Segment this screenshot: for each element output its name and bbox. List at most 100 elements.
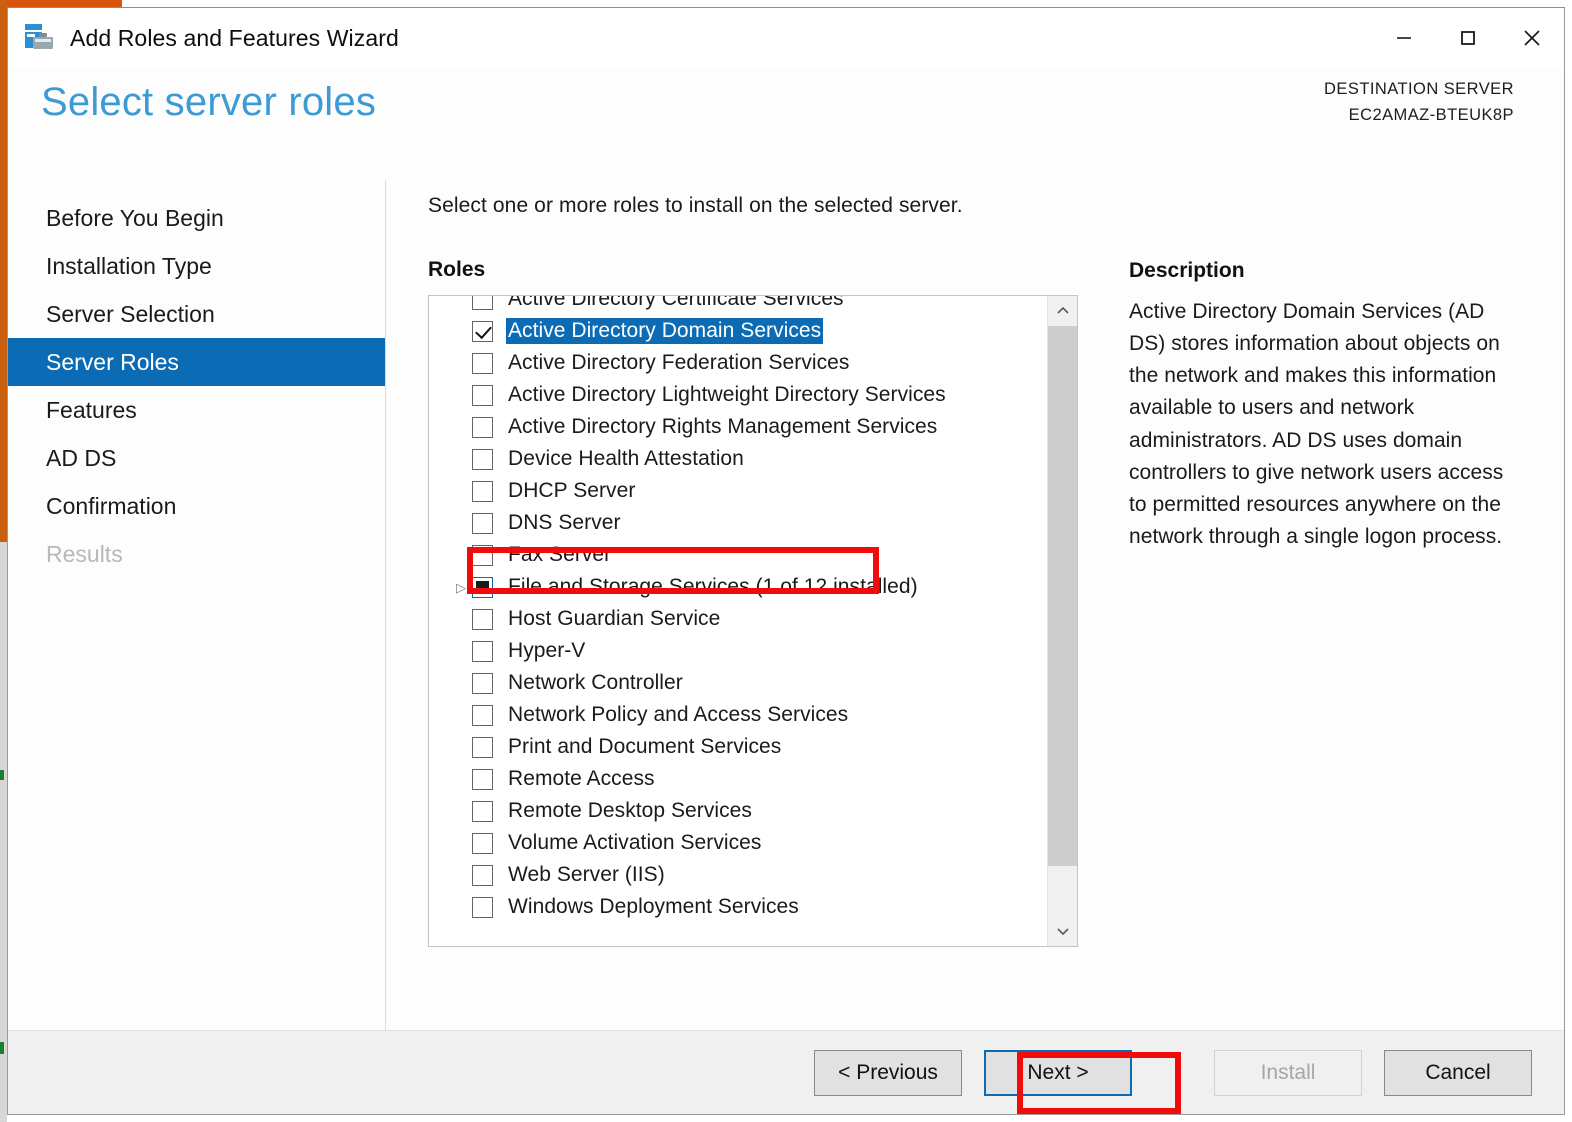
- close-icon[interactable]: [1500, 8, 1564, 68]
- expand-triangle-icon[interactable]: ▷: [450, 581, 472, 594]
- page-header: Select server roles DESTINATION SERVER E…: [8, 68, 1564, 180]
- description-body: Active Directory Domain Services (AD DS)…: [1129, 300, 1504, 548]
- role-label: DNS Server: [508, 511, 621, 534]
- role-label: Network Policy and Access Services: [508, 703, 849, 726]
- previous-button[interactable]: < Previous: [814, 1049, 962, 1096]
- role-list-item[interactable]: Windows Deployment Services: [429, 891, 1047, 923]
- role-checkbox[interactable]: [472, 320, 493, 342]
- role-list-item[interactable]: Print and Document Services: [429, 731, 1047, 763]
- wizard-window: Add Roles and Features Wizard Select ser…: [7, 7, 1565, 1115]
- chevron-up-icon[interactable]: [1048, 296, 1077, 326]
- role-label: Print and Document Services: [508, 735, 782, 758]
- role-list-item[interactable]: DNS Server: [429, 507, 1047, 539]
- role-checkbox[interactable]: [472, 384, 493, 406]
- background-window-top-accent: [0, 0, 122, 7]
- wizard-content: Select one or more roles to install on t…: [386, 180, 1564, 1030]
- chevron-down-icon[interactable]: [1048, 916, 1077, 946]
- sidebar-item-confirmation[interactable]: Confirmation: [8, 482, 385, 530]
- role-checkbox[interactable]: [472, 544, 493, 566]
- roles-column: Roles Active Directory Certificate Servi…: [428, 258, 1078, 947]
- background-window-fleck: [0, 1042, 4, 1054]
- sidebar-item-ad-ds[interactable]: AD DS: [8, 434, 385, 482]
- sidebar-item-label: Server Roles: [46, 348, 179, 375]
- role-label: Windows Deployment Services: [508, 895, 799, 918]
- role-list-item[interactable]: Active Directory Certificate Services: [429, 296, 1047, 315]
- sidebar-item-installation-type[interactable]: Installation Type: [8, 242, 385, 290]
- role-checkbox[interactable]: [472, 608, 493, 630]
- role-label: Remote Desktop Services: [508, 799, 752, 822]
- roles-list: Active Directory Certificate Services Act…: [429, 296, 1047, 923]
- wizard-footer: < Previous Next > Install Cancel: [8, 1030, 1564, 1114]
- maximize-icon[interactable]: [1436, 8, 1500, 68]
- instruction-text: Select one or more roles to install on t…: [428, 194, 963, 217]
- window-title: Add Roles and Features Wizard: [70, 24, 399, 51]
- role-list-item[interactable]: Host Guardian Service: [429, 603, 1047, 635]
- role-list-item[interactable]: Volume Activation Services: [429, 827, 1047, 859]
- sidebar-item-features[interactable]: Features: [8, 386, 385, 434]
- page-title: Select server roles: [41, 80, 377, 124]
- role-label: Active Directory Federation Services: [508, 351, 850, 374]
- role-checkbox[interactable]: [472, 296, 493, 310]
- role-label: Hyper-V: [508, 639, 586, 662]
- role-checkbox[interactable]: [472, 576, 493, 598]
- role-list-item[interactable]: Active Directory Domain Services: [429, 315, 1047, 347]
- minimize-icon[interactable]: [1372, 8, 1436, 68]
- role-checkbox[interactable]: [472, 832, 493, 854]
- role-label: Web Server (IIS): [508, 863, 665, 886]
- description-heading: Description: [1129, 259, 1245, 282]
- roles-scrollbar[interactable]: [1047, 296, 1077, 946]
- description-column: Description Active Directory Domain Serv…: [1078, 258, 1564, 947]
- background-window-fleck: [0, 770, 4, 780]
- scrollbar-track[interactable]: [1048, 326, 1077, 916]
- role-list-item[interactable]: Active Directory Lightweight Directory S…: [429, 379, 1047, 411]
- background-window-left-accent: [0, 0, 7, 542]
- next-button[interactable]: Next >: [984, 1049, 1132, 1096]
- role-list-item[interactable]: Network Policy and Access Services: [429, 699, 1047, 731]
- role-checkbox[interactable]: [472, 768, 493, 790]
- install-button: Install: [1214, 1049, 1362, 1096]
- role-checkbox[interactable]: [472, 736, 493, 758]
- background-window-left-edge: [0, 542, 7, 1122]
- role-checkbox[interactable]: [472, 800, 493, 822]
- sidebar-item-label: Features: [46, 396, 137, 423]
- role-list-item[interactable]: Network Controller: [429, 667, 1047, 699]
- role-checkbox[interactable]: [472, 672, 493, 694]
- role-list-item[interactable]: Active Directory Federation Services: [429, 347, 1047, 379]
- role-label: Fax Server: [508, 543, 612, 566]
- role-checkbox[interactable]: [472, 448, 493, 470]
- role-list-item[interactable]: Hyper-V: [429, 635, 1047, 667]
- role-label: Active Directory Rights Management Servi…: [508, 415, 938, 438]
- scrollbar-thumb[interactable]: [1048, 326, 1077, 866]
- role-list-item[interactable]: Web Server (IIS): [429, 859, 1047, 891]
- sidebar-item-before-you-begin[interactable]: Before You Begin: [8, 194, 385, 242]
- sidebar-item-server-roles[interactable]: Server Roles: [8, 338, 385, 386]
- role-list-item[interactable]: DHCP Server: [429, 475, 1047, 507]
- role-label: Active Directory Lightweight Directory S…: [508, 383, 946, 406]
- role-list-item[interactable]: ▷ File and Storage Services (1 of 12 inst…: [429, 571, 1047, 603]
- role-checkbox[interactable]: [472, 864, 493, 886]
- role-checkbox[interactable]: [472, 352, 493, 374]
- role-list-item[interactable]: Device Health Attestation: [429, 443, 1047, 475]
- sidebar-item-server-selection[interactable]: Server Selection: [8, 290, 385, 338]
- role-checkbox[interactable]: [472, 704, 493, 726]
- destination-server-label: DESTINATION SERVER: [1324, 80, 1514, 98]
- role-checkbox[interactable]: [472, 480, 493, 502]
- role-label: Host Guardian Service: [508, 607, 721, 630]
- role-list-item[interactable]: Remote Access: [429, 763, 1047, 795]
- sidebar-item-label: Server Selection: [46, 300, 215, 327]
- role-checkbox[interactable]: [472, 896, 493, 918]
- role-label: Active Directory Domain Services: [506, 318, 824, 344]
- role-checkbox[interactable]: [472, 640, 493, 662]
- role-list-item[interactable]: Active Directory Rights Management Servi…: [429, 411, 1047, 443]
- role-label: Device Health Attestation: [508, 447, 744, 470]
- role-label: Volume Activation Services: [508, 831, 762, 854]
- content-columns: Roles Active Directory Certificate Servi…: [428, 258, 1564, 947]
- cancel-button[interactable]: Cancel: [1384, 1049, 1532, 1096]
- role-checkbox[interactable]: [472, 512, 493, 534]
- role-list-item[interactable]: Remote Desktop Services: [429, 795, 1047, 827]
- wizard-step-nav: Before You Begin Installation Type Serve…: [8, 180, 386, 1030]
- role-label: Active Directory Certificate Services: [508, 296, 844, 310]
- role-list-item[interactable]: Fax Server: [429, 539, 1047, 571]
- roles-listbox[interactable]: Active Directory Certificate Services Act…: [428, 295, 1078, 947]
- role-checkbox[interactable]: [472, 416, 493, 438]
